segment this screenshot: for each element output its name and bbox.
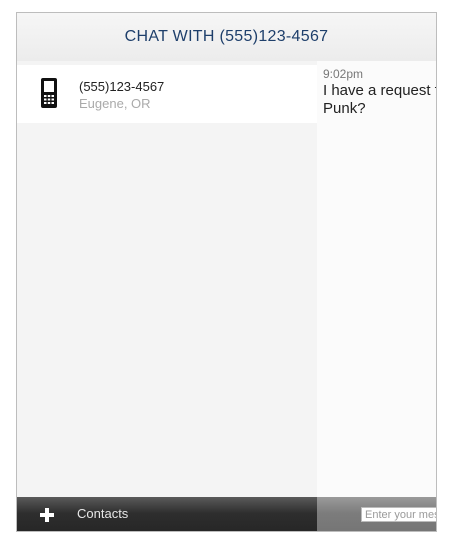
message-text: I have a request for Daft Punk? bbox=[323, 82, 436, 117]
contacts-button[interactable]: Contacts bbox=[77, 506, 128, 521]
contacts-panel: (555)123-4567 Eugene, OR bbox=[17, 61, 317, 497]
contact-location: Eugene, OR bbox=[79, 96, 151, 111]
message-timestamp: 9:02pm bbox=[323, 67, 364, 81]
mobile-phone-icon bbox=[41, 78, 57, 108]
chat-title: CHAT WITH (555)123-4567 bbox=[124, 28, 329, 45]
message-input[interactable] bbox=[361, 507, 436, 522]
message-toolbar bbox=[317, 497, 436, 531]
conversation-panel: 9:02pm I have a request for Daft Punk? bbox=[317, 61, 436, 497]
plus-icon[interactable] bbox=[39, 507, 55, 523]
chat-window: CHAT WITH (555)123-4567 (555)123-4567 Eu… bbox=[16, 12, 437, 532]
contact-number: (555)123-4567 bbox=[79, 79, 165, 94]
contact-list-item[interactable]: (555)123-4567 Eugene, OR bbox=[17, 65, 317, 123]
chat-header: CHAT WITH (555)123-4567 bbox=[17, 13, 436, 61]
contacts-toolbar: Contacts bbox=[17, 497, 317, 531]
